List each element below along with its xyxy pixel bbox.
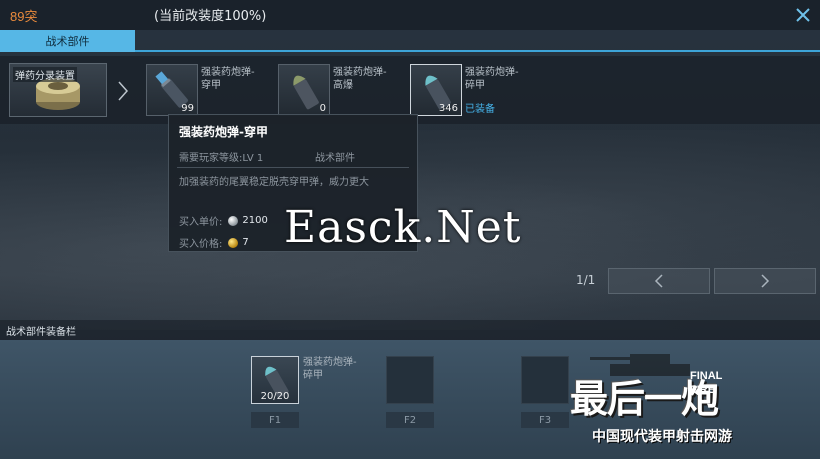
ammo-count: 346	[438, 103, 458, 114]
watermark: Easck.Net	[284, 202, 522, 253]
total-price-label: 买入价格:	[179, 239, 223, 250]
equip-slot-f2[interactable]	[386, 356, 434, 404]
ammo-name: 强装药炮弹- 碎甲	[465, 66, 545, 92]
rank-label: 89突	[10, 9, 38, 24]
header: 89突 (当前改装度100%)	[0, 0, 820, 30]
total-price-row: 买入价格: 7	[179, 235, 249, 250]
tooltip-requirement: 需要玩家等级:LV 1	[179, 153, 264, 164]
ammo-count: 99	[181, 103, 194, 114]
equip-slot-name-line1: 强装药炮弹-	[303, 357, 357, 368]
next-page-button[interactable]	[714, 268, 816, 294]
tooltip-divider	[177, 167, 409, 168]
ammo-count: 0	[319, 103, 326, 114]
modification-info: (当前改装度100%)	[154, 9, 267, 24]
tab-bar: 战术部件	[0, 30, 820, 52]
logo-english-line1: FINAL	[690, 370, 723, 382]
equip-slot-name-line2: 碎甲	[303, 370, 323, 381]
silver-coin-icon	[228, 215, 239, 226]
ammo-name: 强装药炮弹- 高爆	[333, 66, 413, 92]
gold-coin-icon	[228, 237, 239, 248]
ammo-base-label: 弹药分录装置	[13, 67, 77, 82]
ammo-name-line2: 高爆	[333, 80, 353, 91]
logo-english-line2: FIRE	[690, 384, 716, 396]
close-button[interactable]	[794, 6, 812, 24]
unit-price-row: 买入单价: 2100	[179, 213, 268, 228]
game-logo: 最后一炮 FINAL FIRE 中国现代装甲射击网游	[560, 350, 820, 459]
tab-tactical-parts[interactable]: 战术部件	[0, 30, 135, 52]
ammo-slot-he[interactable]: 0	[278, 64, 330, 116]
ammo-name-line2: 穿甲	[201, 80, 221, 91]
equip-slot-name: 强装药炮弹- 碎甲	[303, 356, 357, 382]
ammo-name-line1: 强装药炮弹-	[333, 67, 387, 78]
chevron-left-icon	[654, 274, 663, 288]
equip-bar-title: 战术部件装备栏	[6, 327, 76, 338]
unit-price-label: 买入单价:	[179, 217, 223, 228]
close-icon	[796, 8, 810, 22]
chevron-right-icon	[118, 81, 129, 101]
tooltip-title: 强装药炮弹-穿甲	[179, 125, 268, 139]
tooltip-description: 加强装药的尾翼稳定脱壳穿甲弹，威力更大	[179, 177, 369, 188]
ammo-name: 强装药炮弹- 穿甲	[201, 66, 281, 92]
ammo-name-line1: 强装药炮弹-	[201, 67, 255, 78]
unit-price-value: 2100	[242, 215, 268, 226]
hotkey-f2: F2	[386, 412, 434, 428]
ammo-name-line1: 强装药炮弹-	[465, 67, 519, 78]
hotkey-f1: F1	[251, 412, 299, 428]
ammo-slot-hesh[interactable]: 346	[410, 64, 462, 116]
chevron-right-icon	[761, 274, 770, 288]
equip-slot-count: 20/20	[260, 391, 290, 402]
prev-page-button[interactable]	[608, 268, 710, 294]
total-price-value: 7	[242, 237, 249, 248]
tooltip-category: 战术部件	[315, 153, 355, 164]
equip-bar-header	[0, 320, 820, 340]
ammo-base-slot[interactable]: 弹药分录装置	[9, 63, 107, 117]
equip-slot-f1[interactable]: 20/20	[251, 356, 299, 404]
ammo-slot-ap[interactable]: 99	[146, 64, 198, 116]
ammo-name-line2: 碎甲	[465, 80, 485, 91]
page-indicator: 1/1	[576, 273, 596, 287]
logo-subtitle: 中国现代装甲射击网游	[592, 429, 732, 445]
equipped-badge: 已装备	[465, 104, 495, 115]
